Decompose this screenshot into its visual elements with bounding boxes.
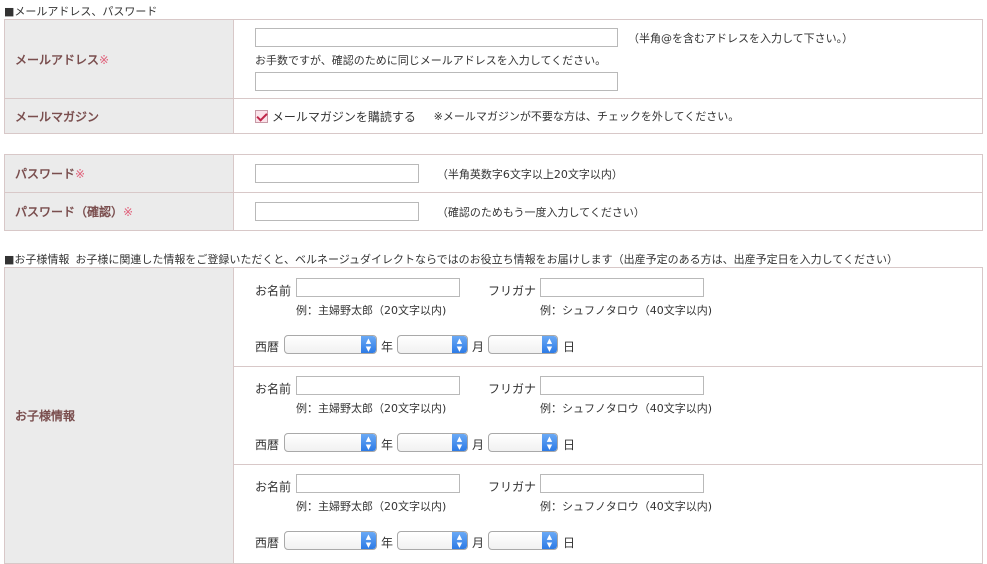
child-kana-label: フリガナ — [488, 479, 537, 494]
magazine-field-cell: メールマガジンを購読する ※メールマガジンが不要な方は、チェックを外してください… — [233, 98, 983, 134]
child-month-select[interactable]: ▲ ▼ — [397, 530, 468, 550]
email-label: メールアドレス — [15, 52, 100, 67]
child-kana-example: 例：シュフノタロウ（40文字以内) — [540, 303, 713, 317]
child-year-select[interactable]: ▲ ▼ — [284, 432, 377, 452]
child-year-select[interactable]: ▲ ▼ — [284, 334, 377, 354]
child-name-label: お名前 — [255, 381, 292, 396]
magazine-checkbox[interactable] — [255, 109, 268, 123]
magazine-label: メールマガジン — [15, 109, 100, 124]
email-field-cell: （半角@を含むアドレスを入力して下さい。） お手数ですが、確認のために同じメール… — [233, 19, 983, 99]
required-mark: ※ — [75, 167, 86, 181]
select-arrows-icon: ▲ ▼ — [452, 335, 467, 353]
email-confirm-input[interactable] — [255, 71, 618, 91]
child-year-unit: 年 — [381, 535, 394, 550]
magazine-note: ※メールマガジンが不要な方は、チェックを外してください。 — [433, 110, 740, 123]
child-kana-input[interactable] — [540, 277, 704, 297]
password-table: パスワード※ （半角英数字6文字以上20文字以内） パスワード（確認）※ （確認… — [4, 154, 983, 231]
email-confirm-note: お手数ですが、確認のために同じメールアドレスを入力してください。 — [255, 53, 607, 67]
child-kana-input[interactable] — [540, 375, 704, 395]
magazine-checkbox-label[interactable]: メールマガジンを購読する — [272, 110, 416, 124]
required-mark: ※ — [99, 52, 110, 67]
child-kana-example: 例：シュフノタロウ（40文字以内) — [540, 499, 713, 513]
child-month-select[interactable]: ▲ ▼ — [397, 334, 468, 354]
password-confirm-label-cell: パスワード（確認）※ — [4, 192, 234, 231]
child-label: お子様情報 — [15, 409, 76, 423]
password-confirm-label: パスワード（確認） — [15, 205, 124, 219]
section-title-child: ■お子様情報 お子様に関連した情報をご登録いただくと、ベルネージュダイレクトならで… — [4, 251, 898, 267]
email-table: メールアドレス※ （半角@を含むアドレスを入力して下さい。） お手数ですが、確認… — [4, 19, 983, 134]
child-name-example: 例：主婦野太郎（20文字以内) — [296, 499, 447, 513]
child-kana-label: フリガナ — [488, 283, 537, 298]
child-name-example: 例：主婦野太郎（20文字以内) — [296, 401, 447, 415]
section-title-email-password: ■メールアドレス、パスワード — [4, 5, 158, 18]
password-label-cell: パスワード※ — [4, 154, 234, 193]
child-era-label: 西暦 — [255, 437, 280, 452]
password-label: パスワード — [15, 167, 76, 181]
child-name-label: お名前 — [255, 479, 292, 494]
child-name-input[interactable] — [296, 375, 460, 395]
child-year-unit: 年 — [381, 339, 394, 354]
password-input[interactable] — [255, 164, 419, 183]
child-kana-label: フリガナ — [488, 381, 537, 396]
email-input[interactable] — [255, 28, 618, 47]
password-confirm-hint: （確認のためもう一度入力してください） — [436, 205, 645, 219]
password-confirm-field-cell: （確認のためもう一度入力してください） — [233, 192, 983, 231]
child-section-desc: お子様に関連した情報をご登録いただくと、ベルネージュダイレクトならではのお役立ち… — [75, 253, 898, 266]
child-section-title: ■お子様情報 — [4, 253, 70, 266]
select-arrows-icon: ▲ ▼ — [452, 433, 467, 451]
child-month-select[interactable]: ▲ ▼ — [397, 432, 468, 452]
child-name-label: お名前 — [255, 283, 292, 298]
select-arrows-icon: ▲ ▼ — [361, 531, 376, 549]
password-field-cell: （半角英数字6文字以上20文字以内） — [233, 154, 983, 193]
required-mark: ※ — [123, 205, 134, 219]
child-day-unit: 日 — [563, 437, 576, 452]
magazine-label-cell: メールマガジン — [4, 98, 234, 134]
password-hint: （半角英数字6文字以上20文字以内） — [436, 167, 623, 181]
select-arrows-icon: ▲ ▼ — [542, 531, 557, 549]
child-day-select[interactable]: ▲ ▼ — [488, 432, 558, 452]
child-entry: お名前 例：主婦野太郎（20文字以内) フリガナ 例：シュフノタロウ（40文字以… — [234, 465, 982, 563]
child-name-example: 例：主婦野太郎（20文字以内) — [296, 303, 447, 317]
child-name-input[interactable] — [296, 277, 460, 297]
email-label-cell: メールアドレス※ — [4, 19, 234, 99]
child-name-input[interactable] — [296, 473, 460, 493]
select-arrows-icon: ▲ ▼ — [452, 531, 467, 549]
child-day-select[interactable]: ▲ ▼ — [488, 530, 558, 550]
child-year-select[interactable]: ▲ ▼ — [284, 530, 377, 550]
child-table: お子様情報 お名前 例：主婦野太郎（20文字以内) フリガナ 例：シュフノタロウ… — [4, 267, 983, 564]
password-confirm-input[interactable] — [255, 202, 419, 221]
child-month-unit: 月 — [472, 339, 485, 354]
select-arrows-icon: ▲ ▼ — [361, 335, 376, 353]
child-month-unit: 月 — [472, 535, 485, 550]
child-entries-cell: お名前 例：主婦野太郎（20文字以内) フリガナ 例：シュフノタロウ（40文字以… — [233, 267, 983, 564]
child-day-unit: 日 — [563, 339, 576, 354]
select-arrows-icon: ▲ ▼ — [542, 335, 557, 353]
child-day-select[interactable]: ▲ ▼ — [488, 334, 558, 354]
child-month-unit: 月 — [472, 437, 485, 452]
child-day-unit: 日 — [563, 535, 576, 550]
child-era-label: 西暦 — [255, 339, 280, 354]
select-arrows-icon: ▲ ▼ — [361, 433, 376, 451]
child-entry: お名前 例：主婦野太郎（20文字以内) フリガナ 例：シュフノタロウ（40文字以… — [234, 367, 982, 465]
email-hint: （半角@を含むアドレスを入力して下さい。） — [628, 31, 854, 45]
child-era-label: 西暦 — [255, 535, 280, 550]
child-kana-example: 例：シュフノタロウ（40文字以内) — [540, 401, 713, 415]
child-year-unit: 年 — [381, 437, 394, 452]
select-arrows-icon: ▲ ▼ — [542, 433, 557, 451]
child-label-cell: お子様情報 — [4, 267, 234, 564]
child-kana-input[interactable] — [540, 473, 704, 493]
child-entry: お名前 例：主婦野太郎（20文字以内) フリガナ 例：シュフノタロウ（40文字以… — [234, 269, 982, 367]
